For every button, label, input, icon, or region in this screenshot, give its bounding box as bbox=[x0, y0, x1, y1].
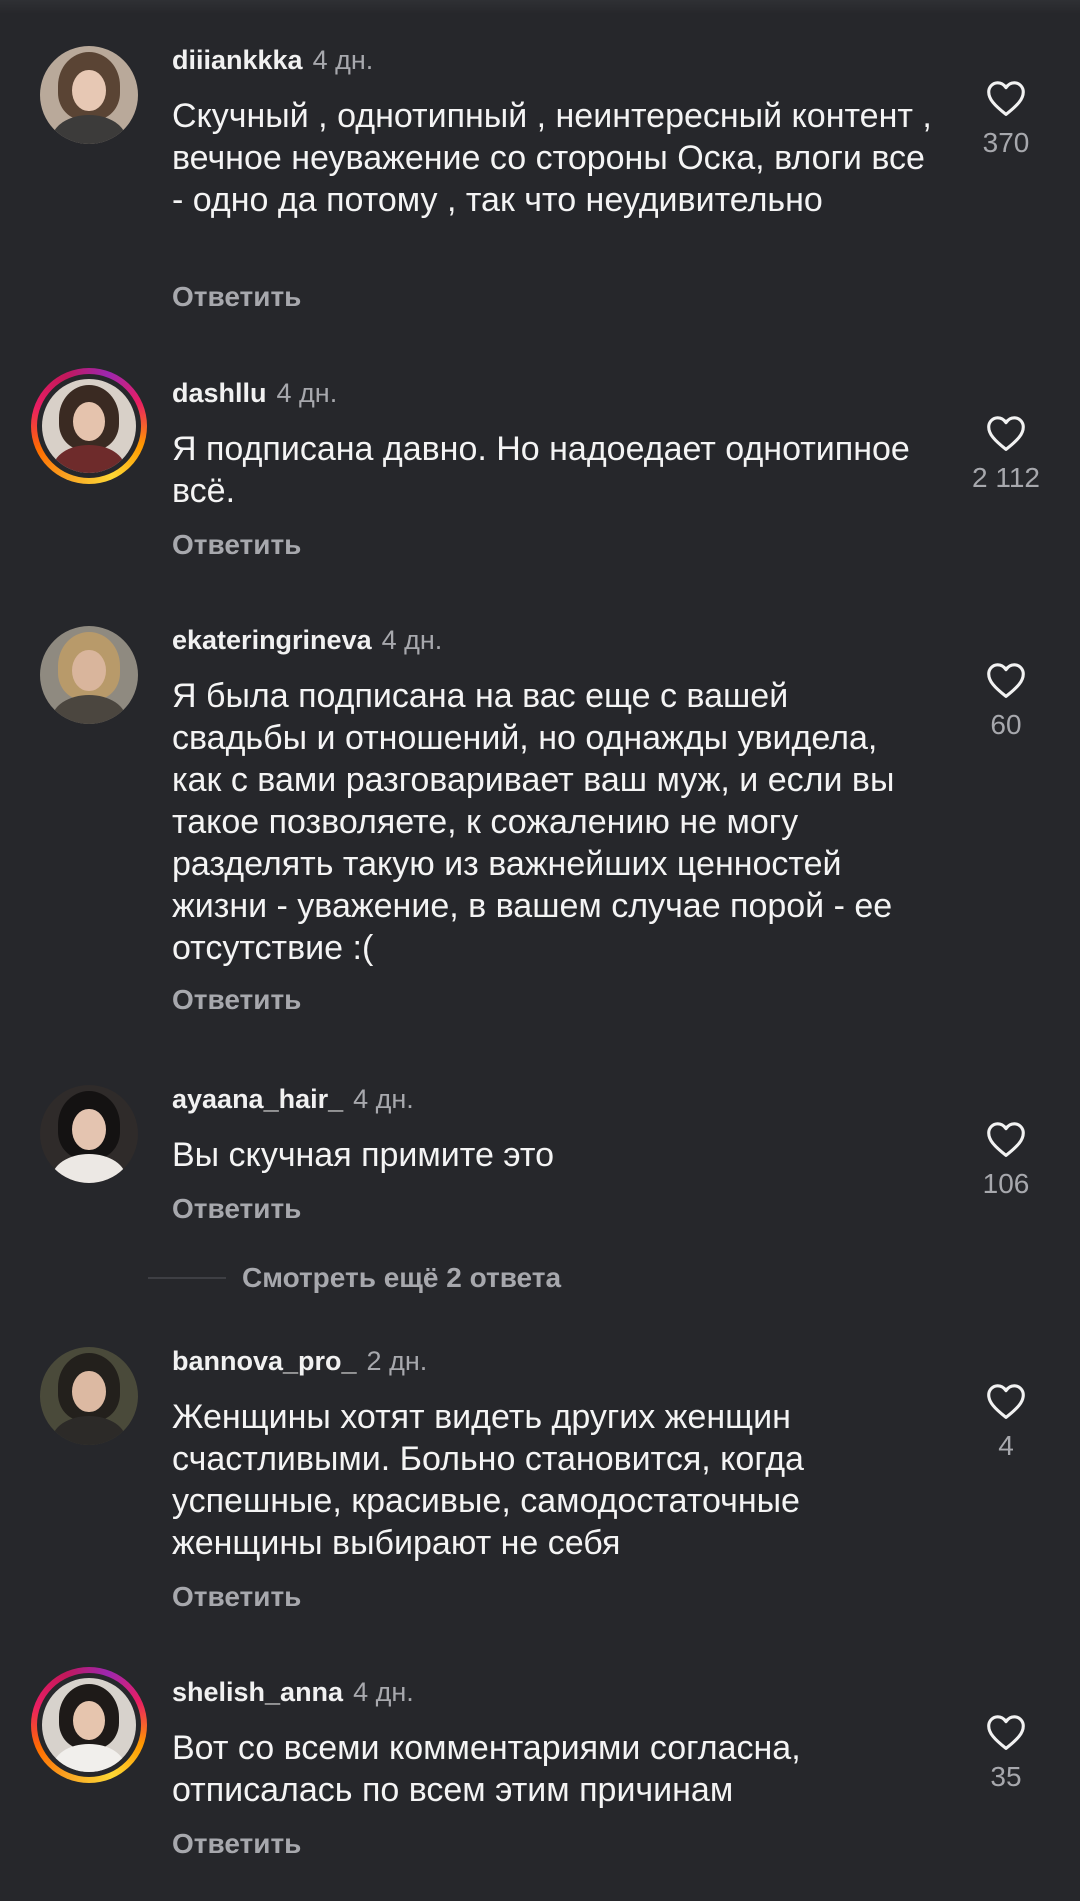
reply-button[interactable]: Ответить bbox=[172, 1581, 301, 1613]
view-more-replies-label: Смотреть ещё 2 ответа bbox=[242, 1262, 562, 1293]
avatar-photo bbox=[42, 379, 136, 473]
comment-meta: bannova_pro_ 2 дн. bbox=[172, 1343, 427, 1379]
like-button[interactable]: 2 112 bbox=[966, 414, 1046, 494]
avatar bbox=[37, 1673, 141, 1777]
like-button[interactable]: 60 bbox=[966, 661, 1046, 741]
avatar[interactable] bbox=[40, 46, 138, 144]
username[interactable]: dashllu bbox=[172, 378, 267, 408]
timestamp: 4 дн. bbox=[353, 1084, 414, 1114]
username[interactable]: ekateringrineva bbox=[172, 625, 372, 655]
username[interactable]: ayaana_hair_ bbox=[172, 1084, 343, 1114]
username[interactable]: bannova_pro_ bbox=[172, 1346, 357, 1376]
like-count: 106 bbox=[982, 1168, 1030, 1199]
heart-outline-icon bbox=[987, 1122, 1025, 1157]
avatar[interactable] bbox=[40, 1085, 138, 1183]
reply-button[interactable]: Ответить bbox=[172, 1193, 301, 1225]
heart-outline-icon bbox=[987, 663, 1025, 698]
comment-text: Женщины хотят видеть других женщин счаст… bbox=[172, 1398, 804, 1562]
avatar[interactable] bbox=[40, 1347, 138, 1445]
heart-outline-icon bbox=[987, 1715, 1025, 1750]
like-count: 60 bbox=[990, 709, 1022, 740]
avatar-photo bbox=[40, 1085, 138, 1183]
divider bbox=[148, 1277, 226, 1279]
reply-button[interactable]: Ответить bbox=[172, 529, 301, 561]
view-more-replies-button[interactable]: Смотреть ещё 2 ответа bbox=[148, 1262, 561, 1298]
reply-button[interactable]: Ответить bbox=[172, 281, 301, 313]
like-count: 2 112 bbox=[972, 462, 1040, 493]
comment-meta: dashllu 4 дн. bbox=[172, 375, 337, 411]
reply-button[interactable]: Ответить bbox=[172, 1828, 301, 1860]
heart-outline-icon bbox=[987, 81, 1025, 116]
reply-button[interactable]: Ответить bbox=[172, 984, 301, 1016]
comment-meta: diiiankkka 4 дн. bbox=[172, 42, 373, 78]
like-button[interactable]: 370 bbox=[966, 79, 1046, 159]
comment-meta: ekateringrineva 4 дн. bbox=[172, 622, 442, 658]
timestamp: 4 дн. bbox=[381, 625, 443, 655]
comment-text: Вот со всеми комментариями согласна, отп… bbox=[172, 1729, 801, 1809]
avatar-photo bbox=[40, 46, 138, 144]
like-count: 370 bbox=[982, 127, 1030, 158]
avatar bbox=[37, 374, 141, 478]
like-button[interactable]: 4 bbox=[966, 1382, 1046, 1462]
avatar[interactable] bbox=[40, 626, 138, 724]
like-button[interactable]: 106 bbox=[966, 1120, 1046, 1200]
comment-text: Вы скучная примите это bbox=[172, 1136, 555, 1174]
avatar-photo bbox=[42, 1678, 136, 1772]
heart-outline-icon bbox=[987, 1384, 1025, 1419]
top-edge bbox=[0, 0, 1080, 14]
comment-meta: ayaana_hair_ 4 дн. bbox=[172, 1081, 414, 1117]
username[interactable]: shelish_anna bbox=[172, 1677, 343, 1707]
avatar-story-ring[interactable] bbox=[31, 1667, 147, 1783]
like-button[interactable]: 35 bbox=[966, 1713, 1046, 1793]
comment-text: Я была подписана на вас еще с вашей свад… bbox=[172, 677, 895, 967]
comment-text: Скучный , однотипный , неинтересный конт… bbox=[172, 97, 932, 219]
avatar-photo bbox=[40, 1347, 138, 1445]
avatar-story-ring[interactable] bbox=[31, 368, 147, 484]
comment-text: Я подписана давно. Но надоедает однотипн… bbox=[172, 430, 910, 510]
like-count: 35 bbox=[990, 1761, 1022, 1792]
timestamp: 4 дн. bbox=[353, 1677, 414, 1707]
timestamp: 4 дн. bbox=[276, 378, 338, 408]
comment-meta: shelish_anna 4 дн. bbox=[172, 1674, 414, 1710]
like-count: 4 bbox=[998, 1430, 1014, 1461]
username[interactable]: diiiankkka bbox=[172, 45, 303, 75]
timestamp: 4 дн. bbox=[312, 45, 374, 75]
avatar-photo bbox=[40, 626, 138, 724]
heart-outline-icon bbox=[987, 416, 1025, 451]
timestamp: 2 дн. bbox=[366, 1346, 428, 1376]
